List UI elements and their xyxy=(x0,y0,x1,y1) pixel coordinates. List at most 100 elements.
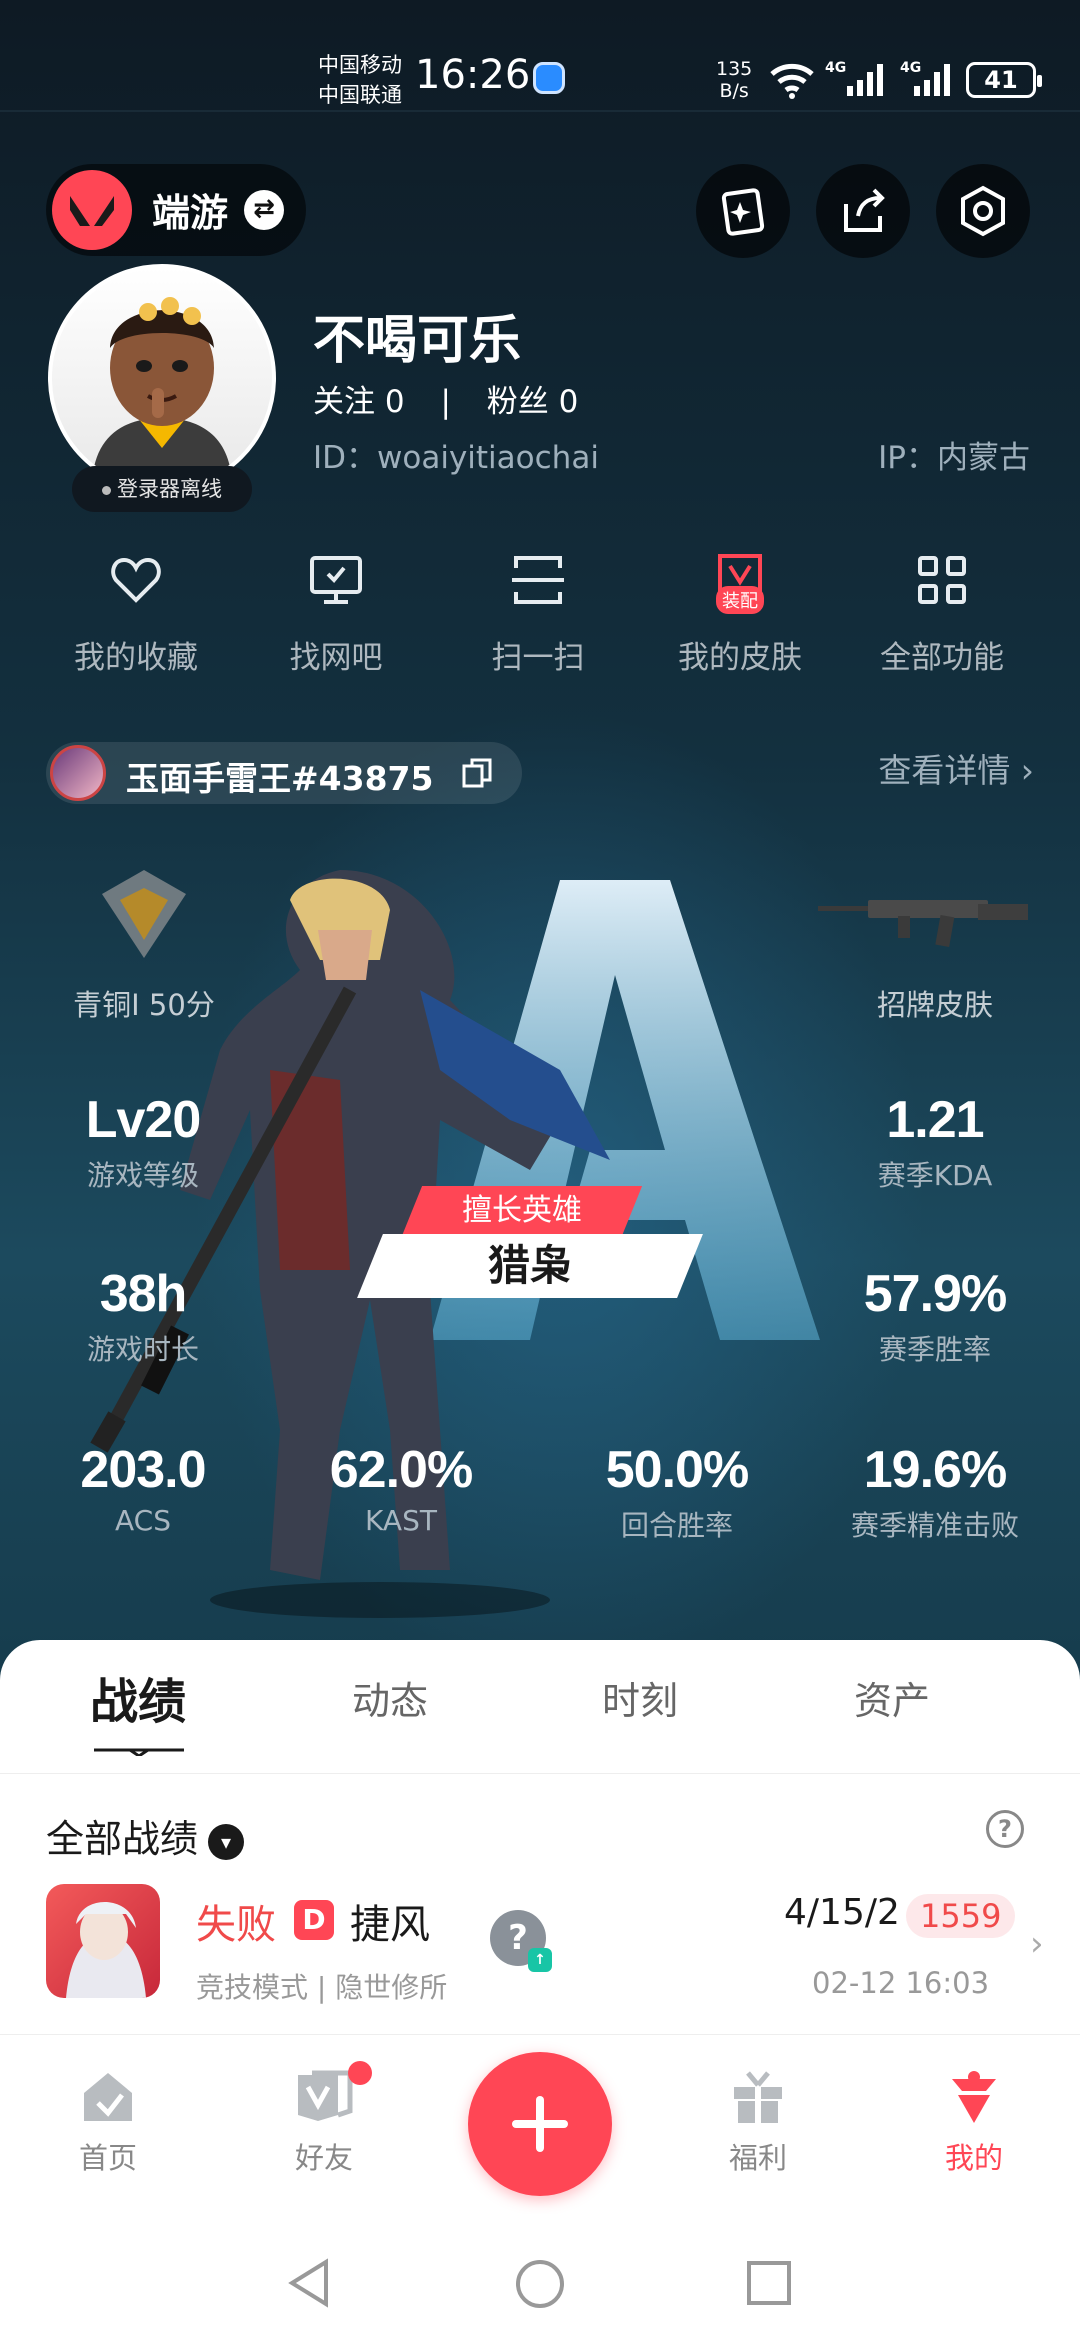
skin-icon: 装配 xyxy=(712,552,768,614)
match-time: 02-12 16:03 xyxy=(812,1966,990,2000)
signal-2-label: 4G xyxy=(900,60,921,76)
equip-badge: 装配 xyxy=(716,586,764,614)
signal-icon-2: 4G xyxy=(900,60,950,96)
recents-icon[interactable] xyxy=(746,2260,792,2306)
ip-location: IP：内蒙古 xyxy=(878,440,1030,476)
copy-icon[interactable] xyxy=(460,756,494,790)
stat-label: 回合胜率 xyxy=(620,1509,733,1542)
status-dot-icon xyxy=(102,485,111,495)
swap-icon: ⇄ xyxy=(244,190,284,230)
riot-avatar xyxy=(50,745,106,801)
avatar[interactable] xyxy=(48,264,276,492)
following-link[interactable]: 关注 0 xyxy=(313,384,405,420)
fans-count: 0 xyxy=(558,384,579,420)
nav-label: 好友 xyxy=(294,2141,353,2175)
stat-label: 游戏等级 xyxy=(86,1159,199,1192)
tab-assets[interactable]: 资产 xyxy=(792,1670,992,1725)
nickname: 不喝可乐 xyxy=(313,311,522,371)
settings-button[interactable] xyxy=(936,164,1030,258)
nav-label: 福利 xyxy=(728,2141,787,2175)
tab-feed[interactable]: 动态 xyxy=(290,1670,490,1725)
profile-tabs: 战绩 动态 时刻 资产 xyxy=(0,1640,1080,1774)
match-rating-badge: D xyxy=(294,1900,334,1940)
quick-action-label: 找网吧 xyxy=(289,640,383,676)
nav-home[interactable]: 首页 xyxy=(38,2065,178,2177)
add-button[interactable] xyxy=(468,2052,612,2196)
tab-moments[interactable]: 时刻 xyxy=(540,1670,740,1725)
stat-headshot: 19.6% 赛季精准击败 xyxy=(820,1440,1050,1544)
grid-icon xyxy=(918,556,966,604)
riot-id-pill[interactable]: 玉面手雷王#43875 xyxy=(46,742,522,804)
carrier-2: 中国联通 xyxy=(318,83,402,107)
avatar-image xyxy=(92,297,232,488)
rank-label: 青铜I 50分 xyxy=(73,988,215,1022)
signature-skin-label: 招牌皮肤 xyxy=(876,988,993,1022)
match-score-badge: 1559 xyxy=(906,1894,1016,1938)
bronze-rank-icon xyxy=(102,870,186,958)
quick-action-favorites[interactable]: 我的收藏 xyxy=(56,552,216,677)
view-details-link[interactable]: 查看详情 › xyxy=(878,744,1034,792)
stat-label: KAST xyxy=(365,1504,437,1537)
nav-label: 我的 xyxy=(944,2141,1003,2175)
tab-indicator xyxy=(94,1748,184,1756)
quick-action-find-cafe[interactable]: 找网吧 xyxy=(256,552,416,677)
launcher-status-badge: 登录器离线 xyxy=(72,466,252,512)
gift-icon xyxy=(734,2071,782,2123)
following-label: 关注 xyxy=(313,384,375,420)
sparkle-card-icon xyxy=(721,188,765,236)
match-record-row[interactable]: 失败 D 捷风 竞技模式 | 隐世修所 ? ↑ 4/15/2 1559 02-12… xyxy=(0,1876,1080,2006)
back-icon[interactable] xyxy=(286,2258,332,2308)
best-agent-tag-text: 擅长英雄 xyxy=(462,1193,582,1228)
profile-icon xyxy=(952,2071,996,2123)
stat-play-time: 38h 游戏时长 xyxy=(28,1264,258,1368)
quick-action-label: 我的皮肤 xyxy=(678,640,802,676)
home-circle-icon[interactable] xyxy=(514,2258,566,2310)
stat-kast: 62.0% KAST xyxy=(286,1440,516,1537)
share-icon xyxy=(844,188,885,232)
stat-win-rate: 57.9% 赛季胜率 xyxy=(820,1264,1050,1368)
stat-label: 赛季胜率 xyxy=(878,1333,991,1366)
status-bar: 中国移动 中国联通 16:26 135 B/s 4G 4G 41 xyxy=(0,0,1080,160)
quick-action-skins[interactable]: 装配 我的皮肤 xyxy=(660,552,820,677)
wifi-icon xyxy=(770,63,814,99)
best-agent-name: 猎枭 xyxy=(487,1241,572,1290)
share-button[interactable] xyxy=(816,164,910,258)
follow-divider: | xyxy=(440,384,451,420)
match-result: 失败 xyxy=(196,1902,276,1948)
stat-value: 57.9% xyxy=(863,1265,1007,1323)
stat-level: Lv20 游戏等级 xyxy=(28,1090,258,1194)
notification-dot xyxy=(348,2061,372,2085)
app-switcher[interactable]: 端游 ⇄ xyxy=(46,164,306,256)
agent-thumbnail xyxy=(46,1884,160,1998)
quick-action-all[interactable]: 全部功能 xyxy=(862,552,1022,677)
best-agent-box: 猎枭 xyxy=(357,1234,703,1298)
fans-label: 粉丝 xyxy=(486,384,549,420)
monitor-icon xyxy=(310,556,362,604)
friends-icon xyxy=(298,2070,353,2121)
nav-label: 首页 xyxy=(78,2141,137,2175)
best-agent-tag: 擅长英雄 猎枭 xyxy=(357,1186,720,1302)
sparkle-card-button[interactable] xyxy=(696,164,790,258)
launcher-status-text: 登录器离线 xyxy=(117,477,222,501)
match-mode: 竞技模式 | 隐世修所 xyxy=(196,1971,448,2004)
chevron-down-icon: ▾ xyxy=(208,1823,245,1860)
user-id: ID：woaiyitiaochai xyxy=(313,440,599,476)
scan-icon xyxy=(512,556,564,604)
nav-me[interactable]: 我的 xyxy=(904,2065,1044,2177)
stat-acs: 203.0 ACS xyxy=(28,1440,258,1537)
stat-value: 38h xyxy=(99,1265,188,1323)
help-icon[interactable]: ? xyxy=(986,1810,1024,1848)
nav-friends[interactable]: 好友 xyxy=(254,2061,394,2177)
nav-welfare[interactable]: 福利 xyxy=(688,2065,828,2177)
stat-kda: 1.21 赛季KDA xyxy=(820,1090,1050,1194)
stat-value: Lv20 xyxy=(85,1091,202,1149)
net-speed: 135 B/s xyxy=(716,58,752,102)
record-filter-dropdown[interactable]: 全部战绩 ▾ xyxy=(46,1808,245,1863)
fans-link[interactable]: 粉丝 0 xyxy=(487,384,579,420)
carrier-1: 中国移动 xyxy=(318,53,402,77)
tab-records[interactable]: 战绩 xyxy=(38,1662,238,1732)
chat-notification-icon xyxy=(533,62,565,94)
stat-label: 游戏时长 xyxy=(86,1333,199,1366)
signal-1-label: 4G xyxy=(825,60,846,76)
quick-action-scan[interactable]: 扫一扫 xyxy=(458,552,618,677)
